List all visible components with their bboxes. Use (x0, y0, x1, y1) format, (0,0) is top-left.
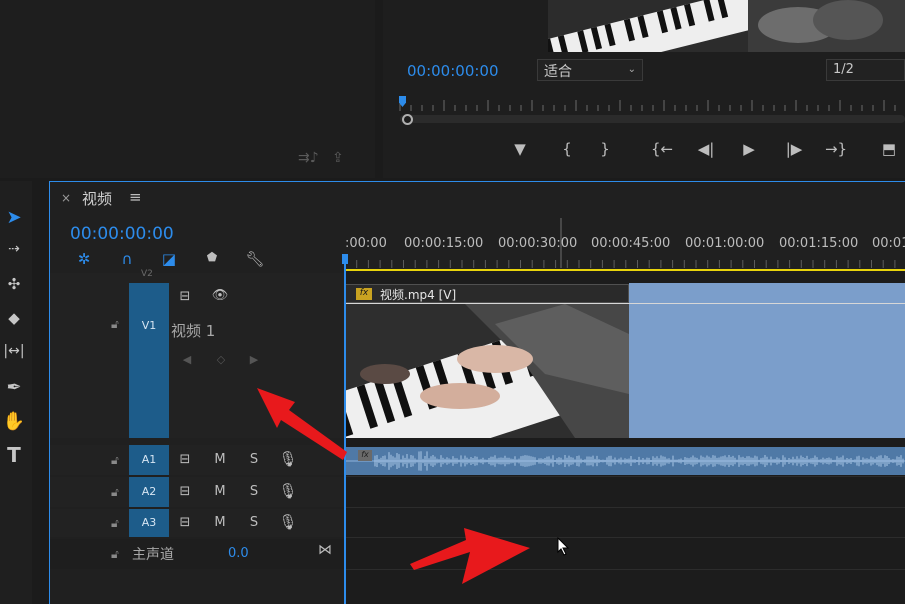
program-timecode[interactable]: 00:00:00:00 (407, 62, 499, 80)
ruler-label: 00:01:00:00 (685, 236, 765, 251)
go-to-in-button[interactable]: {← (649, 140, 675, 158)
ruler-label: 00:01 (872, 236, 905, 251)
video-clip-name: 视频.mp4 [V] (380, 288, 457, 302)
track-divider (345, 476, 905, 477)
nest-toggle-icon[interactable]: ✲ (73, 250, 95, 268)
add-marker-button[interactable]: ▼ (507, 140, 533, 158)
ripple-edit-tool-icon[interactable]: ✣ (0, 275, 28, 293)
audio-clip[interactable] (345, 447, 905, 475)
track-divider (345, 507, 905, 508)
close-icon[interactable]: × (61, 191, 71, 205)
track-header-a2: 🔓︎ A2 ⊟ M S 🎙︎ (50, 477, 345, 507)
slip-tool-icon[interactable]: |↔| (0, 343, 28, 359)
track-label-v2: V2 (141, 269, 153, 279)
mouse-cursor-icon (557, 537, 570, 556)
fit-select-value: 适合 (544, 64, 572, 80)
sequence-tab-title[interactable]: 视频 (82, 188, 112, 209)
overwrite-icon[interactable]: ⇪ (332, 150, 344, 166)
solo-button[interactable]: S (244, 515, 264, 530)
bowtie-icon[interactable]: ⋈ (318, 542, 332, 558)
annotation-arrow (410, 528, 530, 584)
fit-select[interactable]: 适合 ⌄ (537, 59, 643, 81)
mute-button[interactable]: M (210, 515, 230, 530)
program-zoom-scrollbar[interactable] (400, 115, 905, 123)
pen-tool-icon[interactable]: ✒ (0, 377, 28, 398)
ruler-label: 00:00:45:00 (591, 236, 671, 251)
mute-button[interactable]: M (210, 484, 230, 499)
go-to-out-button[interactable]: →} (823, 140, 849, 158)
linked-selection-icon[interactable]: ◪ (158, 250, 180, 268)
audio-waveform (345, 451, 905, 471)
tools-panel: ➤ ⇢ ✣ ◆ |↔| ✒ ✋ T (0, 181, 32, 604)
sync-lock-icon[interactable]: ⊟ (175, 452, 195, 467)
sync-lock-icon[interactable]: ⊟ (175, 289, 195, 304)
sync-lock-icon[interactable]: ⊟ (175, 515, 195, 530)
add-marker-icon[interactable]: ⬟ (201, 250, 223, 264)
track-target-a3[interactable]: A3 (129, 509, 169, 537)
source-monitor-panel: ⇉♪ ⇪ (0, 0, 375, 178)
track-target-a2[interactable]: A2 (129, 477, 169, 507)
video-clip-body[interactable] (629, 283, 905, 438)
ruler-label: 00:01:15:00 (779, 236, 859, 251)
microphone-icon[interactable]: 🎙︎ (278, 482, 298, 500)
step-back-button[interactable]: ◀| (693, 140, 719, 158)
mute-button[interactable]: M (210, 452, 230, 467)
lock-icon[interactable]: 🔓︎ (111, 453, 119, 468)
sync-lock-icon[interactable]: ⊟ (175, 484, 195, 499)
insert-icon[interactable]: ⇉♪ (298, 150, 319, 166)
add-keyframe-icon[interactable]: ◇ (211, 353, 231, 366)
lock-icon[interactable]: 🔓︎ (111, 317, 119, 332)
play-button[interactable]: ▶ (736, 140, 762, 158)
snap-magnet-icon[interactable]: ∩ (116, 250, 138, 268)
annotation-arrow (257, 388, 347, 460)
solo-button[interactable]: S (244, 484, 264, 499)
lift-button[interactable]: ⬒ (876, 140, 902, 158)
hand-tool-icon[interactable]: ✋ (0, 411, 28, 432)
track-select-tool-icon[interactable]: ⇢ (0, 241, 28, 257)
track-header-v2: V2 (50, 269, 345, 283)
wrench-icon[interactable]: 🔧︎ (244, 250, 266, 268)
master-volume-value[interactable]: 0.0 (228, 546, 249, 561)
track-name-v1[interactable]: 视频 1 (171, 320, 215, 341)
panel-menu-icon[interactable]: ≡ (129, 188, 142, 206)
type-tool-icon[interactable]: T (0, 443, 28, 467)
selection-tool-icon[interactable]: ➤ (0, 207, 28, 228)
zoom-handle[interactable] (402, 114, 413, 125)
playhead-handle[interactable] (342, 254, 348, 264)
resolution-select[interactable]: 1/2 (826, 59, 905, 81)
eye-icon[interactable]: 👁︎ (210, 288, 230, 303)
lock-icon[interactable]: 🔓︎ (111, 485, 119, 500)
mark-in-button[interactable]: { (554, 140, 580, 158)
fx-badge[interactable]: fx (356, 288, 372, 300)
timeline-timecode[interactable]: 00:00:00:00 (70, 224, 174, 244)
ruler-label: 00:00:15:00 (404, 236, 484, 251)
ruler-label: :00:00 (345, 236, 387, 251)
ruler-label: 00:00:30:00 (498, 236, 578, 251)
video-clip-thumbnail (345, 304, 629, 438)
track-header-a3: 🔓︎ A3 ⊟ M S 🎙︎ (50, 509, 345, 537)
microphone-icon[interactable]: 🎙︎ (278, 513, 298, 531)
track-header-master: 🔓︎ 主声道 0.0 ⋈ (50, 539, 345, 569)
lock-icon[interactable]: 🔓︎ (111, 516, 119, 531)
resolution-select-value: 1/2 (833, 62, 854, 77)
master-track-label: 主声道 (132, 547, 174, 563)
razor-tool-icon[interactable]: ◆ (0, 309, 28, 327)
next-keyframe-icon[interactable]: ▶ (244, 353, 264, 366)
program-video-preview (548, 0, 905, 52)
step-forward-button[interactable]: |▶ (781, 140, 807, 158)
chevron-down-icon: ⌄ (627, 64, 636, 75)
fx-badge[interactable]: fx (358, 450, 372, 461)
program-time-ruler[interactable] (398, 98, 905, 112)
lock-icon[interactable]: 🔓︎ (111, 547, 119, 562)
prev-keyframe-icon[interactable]: ◀ (177, 353, 197, 366)
track-target-v1[interactable]: V1 (129, 283, 169, 438)
track-target-a1[interactable]: A1 (129, 445, 169, 475)
mark-out-button[interactable]: } (592, 140, 618, 158)
